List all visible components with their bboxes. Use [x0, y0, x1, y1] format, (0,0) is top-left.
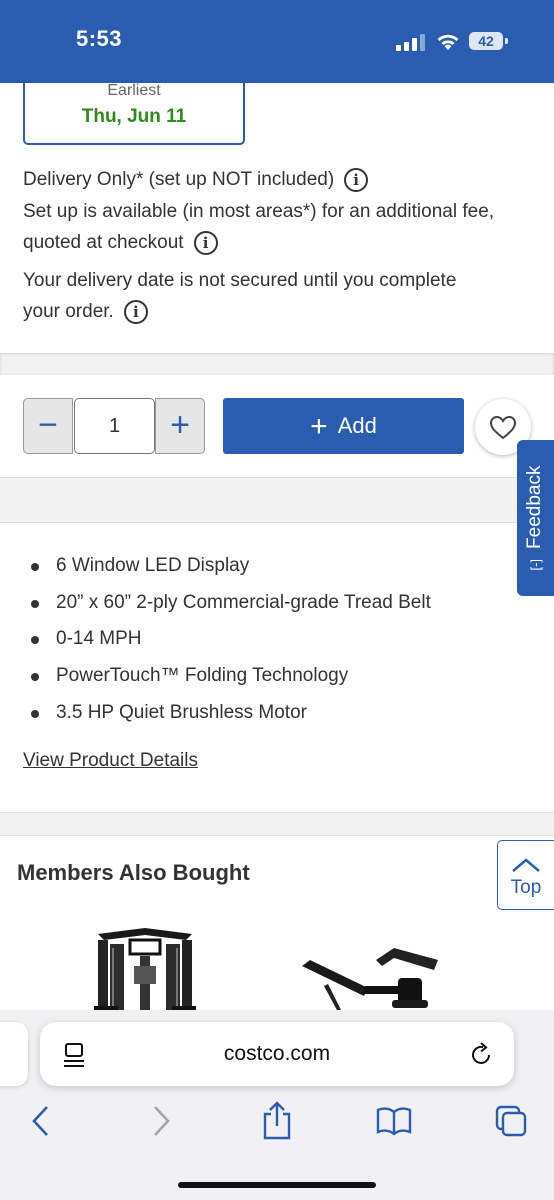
- add-button-label: Add: [337, 413, 377, 438]
- date-label: Earliest: [107, 82, 161, 99]
- battery-tip: [505, 38, 508, 44]
- top-label: Top: [510, 877, 542, 898]
- cellular-signal-icon: [396, 33, 426, 51]
- wifi-icon: [437, 34, 459, 50]
- bookmarks-icon[interactable]: [376, 1106, 412, 1136]
- back-icon[interactable]: [28, 1104, 54, 1138]
- setup-line: Set up is available (in most areas*) for…: [23, 201, 495, 222]
- feature-list: 6 Window LED Display 20” x 60” 2-ply Com…: [23, 548, 431, 731]
- product-image-functional-trainer[interactable]: [90, 926, 200, 1012]
- home-indicator: [178, 1182, 376, 1188]
- product-image-weight-bench[interactable]: [298, 944, 442, 1012]
- url-text: costco.com: [223, 1042, 331, 1065]
- delivery-date-option[interactable]: Earliest Thu, Jun 11: [23, 82, 245, 145]
- order-text: your order.: [23, 301, 114, 323]
- feature-item: 3.5 HP Quiet Brushless Motor: [23, 695, 431, 732]
- feature-item: PowerTouch™ Folding Technology: [23, 658, 431, 695]
- reload-icon[interactable]: [470, 1042, 494, 1068]
- chevron-up-icon: [512, 858, 540, 872]
- browser-toolbar: costco.com: [0, 1010, 554, 1200]
- status-bar: 5:53 42: [0, 0, 554, 83]
- quantity-input[interactable]: 1: [74, 398, 155, 454]
- back-to-top-button[interactable]: Top: [497, 840, 554, 910]
- plus-icon: +: [310, 410, 328, 443]
- increase-quantity-button[interactable]: +: [155, 398, 205, 454]
- members-also-bought-title: Members Also Bought: [17, 860, 250, 885]
- checkout-line: quoted at checkout i: [23, 231, 218, 255]
- address-bar[interactable]: costco.com: [40, 1022, 514, 1086]
- feedback-tab[interactable]: [-]Feedback: [517, 440, 554, 596]
- delivery-only-text: Delivery Only* (set up NOT included): [23, 169, 335, 191]
- status-time: 5:53: [76, 26, 123, 51]
- view-product-details-link[interactable]: View Product Details: [23, 750, 198, 772]
- info-icon[interactable]: i: [123, 300, 148, 324]
- feature-item: 6 Window LED Display: [23, 548, 431, 585]
- feedback-icon: [-]: [528, 558, 543, 571]
- feature-item: 0-14 MPH: [23, 621, 431, 658]
- share-icon[interactable]: [262, 1100, 292, 1140]
- battery-icon: 42: [469, 32, 503, 50]
- previous-tab-preview[interactable]: [0, 1022, 28, 1086]
- feedback-label: [-]Feedback: [524, 465, 545, 571]
- tabs-icon[interactable]: [494, 1104, 528, 1138]
- order-line: your order. i: [23, 300, 148, 324]
- date-value: Thu, Jun 11: [81, 106, 187, 127]
- forward-icon[interactable]: [148, 1104, 174, 1138]
- delivery-date-note: Your delivery date is not secured until …: [23, 270, 457, 291]
- info-icon[interactable]: i: [344, 168, 369, 192]
- section-divider: [0, 477, 554, 523]
- feature-item: 20” x 60” 2-ply Commercial-grade Tread B…: [23, 585, 431, 622]
- section-divider: [0, 353, 554, 375]
- checkout-text: quoted at checkout: [23, 232, 184, 254]
- decrease-quantity-button[interactable]: −: [23, 398, 73, 454]
- add-to-cart-button[interactable]: + Add: [223, 398, 464, 454]
- section-divider: [0, 812, 554, 836]
- info-icon[interactable]: i: [193, 231, 218, 255]
- delivery-only-line: Delivery Only* (set up NOT included) i: [23, 168, 369, 192]
